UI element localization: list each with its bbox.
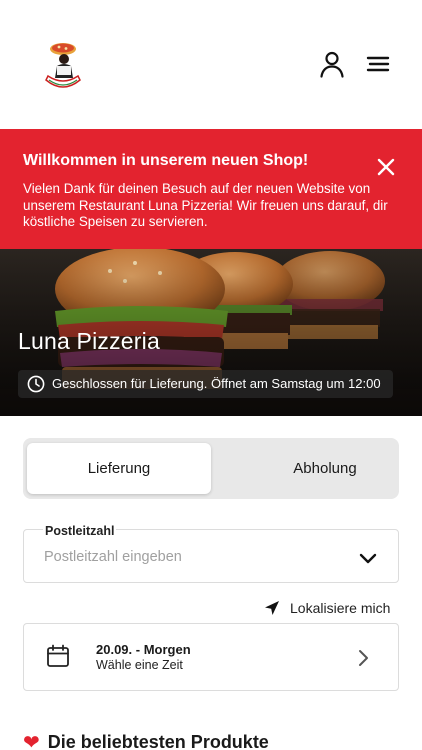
calendar-icon [46,644,70,668]
luna-pizzeria-logo[interactable] [40,36,86,92]
locate-me-label: Lokalisiere mich [290,600,391,616]
heart-icon: ❤ [23,731,40,750]
clock-icon [27,375,45,393]
chevron-right-icon[interactable] [354,648,372,668]
popular-products-title: Die beliebtesten Produkte [47,731,269,750]
zip-label: Postleitzahl [43,524,117,538]
banner-text: Vielen Dank für deinen Besuch auf der ne… [23,181,388,229]
time-slot-selector[interactable]: 20.09. - Morgen Wähle eine Zeit [23,623,399,691]
time-slot-date: 20.09. - Morgen [96,642,191,657]
banner-title: Willkommen in unserem neuen Shop! [23,152,309,169]
restaurant-name: Luna Pizzeria [18,328,160,354]
hero-image: Luna Pizzeria Geschlossen für Lieferung.… [0,249,422,416]
location-arrow-icon [265,601,279,615]
order-mode-toggle: Lieferung Abholung [23,438,399,499]
close-icon[interactable] [376,157,396,177]
chevron-down-icon[interactable] [358,548,378,568]
time-slot-action: Wähle eine Zeit [96,658,183,672]
welcome-banner: Willkommen in unserem neuen Shop! Vielen… [0,129,422,249]
zip-input[interactable] [44,549,344,565]
user-icon[interactable] [318,50,346,78]
popular-products-heading: ❤ Die beliebtesten Produkte [23,730,269,750]
locate-me-button[interactable]: Lokalisiere mich [264,598,390,618]
hamburger-menu-icon[interactable] [364,50,392,78]
tab-lieferung[interactable]: Lieferung [27,443,211,494]
tab-abholung[interactable]: Abholung [233,443,417,494]
opening-status: Geschlossen für Lieferung. Öffnet am Sam… [18,370,393,398]
opening-status-text: Geschlossen für Lieferung. Öffnet am Sam… [52,376,381,391]
app-header [0,0,422,129]
